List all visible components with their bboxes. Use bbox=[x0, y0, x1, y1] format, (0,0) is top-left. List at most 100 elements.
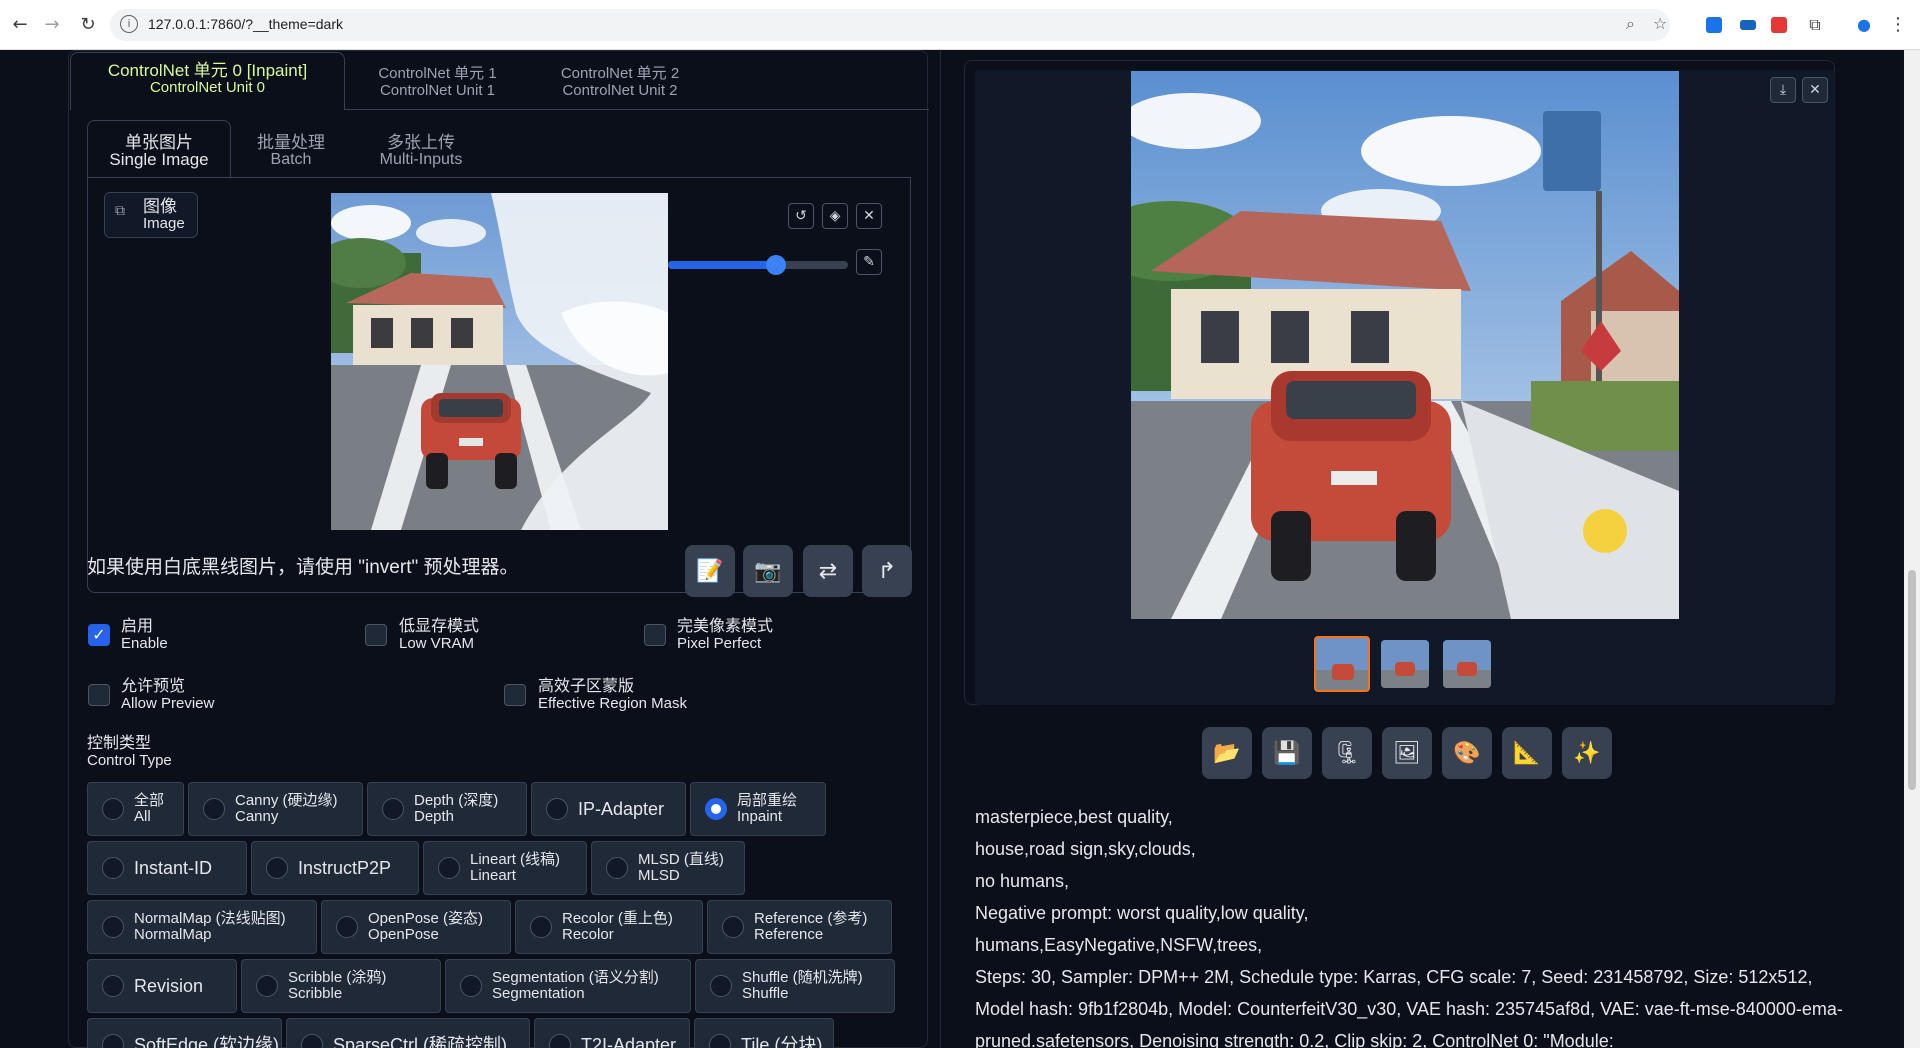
tab-controlnet-unit-1[interactable]: ControlNet 单元 1 ControlNet Unit 1 bbox=[345, 65, 530, 99]
tab-multi-inputs[interactable]: 多张上传 Multi-Inputs bbox=[351, 134, 491, 168]
zoom-icon[interactable]: ⌕ bbox=[1626, 14, 1635, 34]
send-to-inpaint-button[interactable]: 🎨 bbox=[1442, 727, 1492, 779]
gallery-thumbnail[interactable] bbox=[1443, 640, 1491, 688]
reload-icon[interactable]: ↻ bbox=[76, 13, 100, 37]
save-button[interactable]: 💾 bbox=[1262, 727, 1312, 779]
allow-preview-checkbox[interactable] bbox=[88, 684, 110, 706]
generated-image[interactable] bbox=[1131, 71, 1679, 619]
download-icon[interactable]: ⤓ bbox=[1770, 77, 1796, 103]
control-type-label: IP-Adapter bbox=[578, 799, 665, 819]
site-info-icon[interactable]: i bbox=[120, 15, 138, 33]
control-type-option[interactable]: Scribble (涂鸦) Scribble bbox=[241, 959, 441, 1013]
zip-button[interactable]: 🗜 bbox=[1322, 727, 1372, 779]
control-type-option[interactable]: Instant-ID bbox=[87, 841, 247, 895]
undo-icon[interactable]: ↺ bbox=[788, 203, 814, 229]
webcam-button[interactable]: 📷 bbox=[743, 545, 793, 597]
radio-button[interactable] bbox=[710, 975, 732, 997]
control-type-option[interactable]: Tile (分块) bbox=[694, 1018, 834, 1048]
profile-icon[interactable]: ● bbox=[1852, 13, 1876, 37]
bookmark-star-icon[interactable]: ☆ bbox=[1653, 14, 1667, 33]
mirror-webcam-button[interactable]: ⇄ bbox=[803, 545, 853, 597]
close-preview-icon[interactable]: ✕ bbox=[1802, 77, 1828, 103]
control-type-option[interactable]: Segmentation (语义分割) Segmentation bbox=[445, 959, 691, 1013]
radio-button[interactable] bbox=[266, 857, 288, 879]
control-type-option[interactable]: Revision bbox=[87, 959, 237, 1013]
gallery-thumbnail[interactable] bbox=[1381, 640, 1429, 688]
clear-icon[interactable]: ✕ bbox=[856, 203, 882, 229]
send-to-extras-button[interactable]: 📐 bbox=[1502, 727, 1552, 779]
control-type-label: Recolor (重上色) Recolor bbox=[562, 910, 673, 943]
page-scrollbar[interactable] bbox=[1904, 50, 1920, 1048]
radio-button[interactable] bbox=[102, 1034, 124, 1048]
control-type-option[interactable]: Lineart (线稿) Lineart bbox=[423, 841, 587, 895]
radio-button[interactable] bbox=[102, 916, 124, 938]
radio-button[interactable] bbox=[722, 916, 744, 938]
new-canvas-button[interactable]: 📝 bbox=[685, 545, 735, 597]
eraser-icon[interactable]: ◈ bbox=[822, 203, 848, 229]
address-bar[interactable]: i 127.0.0.1:7860/?__theme=dark ⌕ ☆ bbox=[110, 9, 1670, 41]
extension-icon[interactable] bbox=[1771, 17, 1787, 33]
tab-batch[interactable]: 批量处理 Batch bbox=[236, 134, 346, 168]
send-dimensions-button[interactable]: ↱ bbox=[862, 545, 912, 597]
tab-controlnet-unit-0[interactable]: ControlNet 单元 0 [Inpaint] ControlNet Uni… bbox=[70, 62, 345, 96]
control-type-option[interactable]: NormalMap (法线贴图) NormalMap bbox=[87, 900, 317, 954]
extension-translate-icon[interactable] bbox=[1706, 17, 1722, 33]
radio-button[interactable] bbox=[438, 857, 460, 879]
control-type-option[interactable]: Depth (深度) Depth bbox=[367, 782, 527, 836]
radio-button[interactable] bbox=[102, 975, 124, 997]
control-type-option[interactable]: MLSD (直线) MLSD bbox=[591, 841, 745, 895]
low-vram-checkbox[interactable] bbox=[365, 624, 387, 646]
control-type-row: 全部 All Canny (硬边缘) Canny Depth (深度) Depth IP-A… bbox=[87, 782, 826, 836]
radio-button[interactable] bbox=[709, 1034, 731, 1048]
radio-button[interactable] bbox=[705, 798, 727, 820]
tab-single-image[interactable]: 单张图片 Single Image bbox=[87, 134, 231, 168]
radio-button[interactable] bbox=[460, 975, 482, 997]
extensions-puzzle-icon[interactable]: ⧉ bbox=[1803, 13, 1827, 37]
image-label-badge: ⧉ 图像 Image bbox=[104, 192, 198, 238]
radio-button[interactable] bbox=[301, 1034, 323, 1048]
control-type-option[interactable]: SoftEdge (软边缘) bbox=[87, 1018, 282, 1048]
extension-icon[interactable] bbox=[1740, 20, 1756, 30]
control-type-option[interactable]: Canny (硬边缘) Canny bbox=[188, 782, 363, 836]
radio-button[interactable] bbox=[549, 1034, 571, 1048]
inpaint-canvas-image[interactable] bbox=[331, 193, 668, 530]
send-to-img2img-button[interactable]: 🖼 bbox=[1382, 727, 1432, 779]
control-type-option[interactable]: InstructP2P bbox=[251, 841, 419, 895]
radio-button[interactable] bbox=[530, 916, 552, 938]
control-type-option[interactable]: 局部重绘 Inpaint bbox=[690, 782, 826, 836]
radio-button[interactable] bbox=[102, 857, 124, 879]
control-type-option[interactable]: Reference (参考) Reference bbox=[707, 900, 892, 954]
control-type-label: Tile (分块) bbox=[741, 1035, 823, 1048]
brush-icon[interactable]: ✎ bbox=[856, 249, 882, 275]
radio-button[interactable] bbox=[606, 857, 628, 879]
url-text[interactable]: 127.0.0.1:7860/?__theme=dark bbox=[148, 16, 343, 32]
pixel-perfect-checkbox[interactable] bbox=[644, 624, 666, 646]
sparkle-button[interactable]: ✨ bbox=[1562, 727, 1612, 779]
scrollbar-thumb[interactable] bbox=[1908, 570, 1916, 790]
radio-button[interactable] bbox=[203, 798, 225, 820]
browser-menu-icon[interactable]: ⋮ bbox=[1886, 13, 1910, 37]
radio-button[interactable] bbox=[256, 975, 278, 997]
control-type-option[interactable]: OpenPose (姿态) OpenPose bbox=[321, 900, 511, 954]
control-type-option[interactable]: IP-Adapter bbox=[531, 782, 686, 836]
control-type-option[interactable]: 全部 All bbox=[87, 782, 184, 836]
radio-button[interactable] bbox=[336, 916, 358, 938]
low-vram-label: 低显存模式 Low VRAM bbox=[399, 618, 480, 652]
radio-button[interactable] bbox=[102, 798, 124, 820]
effective-region-mask-checkbox[interactable] bbox=[504, 684, 526, 706]
column-divider bbox=[940, 50, 941, 1048]
slider-handle[interactable] bbox=[766, 255, 786, 275]
radio-button[interactable] bbox=[546, 798, 568, 820]
enable-checkbox[interactable]: ✓ bbox=[88, 624, 110, 646]
control-type-option[interactable]: Shuffle (随机洗牌) Shuffle bbox=[695, 959, 895, 1013]
tab-controlnet-unit-2[interactable]: ControlNet 单元 2 ControlNet Unit 2 bbox=[530, 65, 710, 99]
control-type-option[interactable]: Recolor (重上色) Recolor bbox=[515, 900, 703, 954]
forward-icon[interactable]: → bbox=[40, 13, 64, 37]
back-icon[interactable]: ← bbox=[8, 13, 32, 37]
open-folder-button[interactable]: 📂 bbox=[1202, 727, 1252, 779]
brush-size-slider[interactable] bbox=[668, 255, 848, 275]
gallery-thumbnail[interactable] bbox=[1314, 636, 1370, 692]
control-type-option[interactable]: T2I-Adapter bbox=[534, 1018, 690, 1048]
control-type-option[interactable]: SparseCtrl (稀疏控制) bbox=[286, 1018, 530, 1048]
radio-button[interactable] bbox=[382, 798, 404, 820]
